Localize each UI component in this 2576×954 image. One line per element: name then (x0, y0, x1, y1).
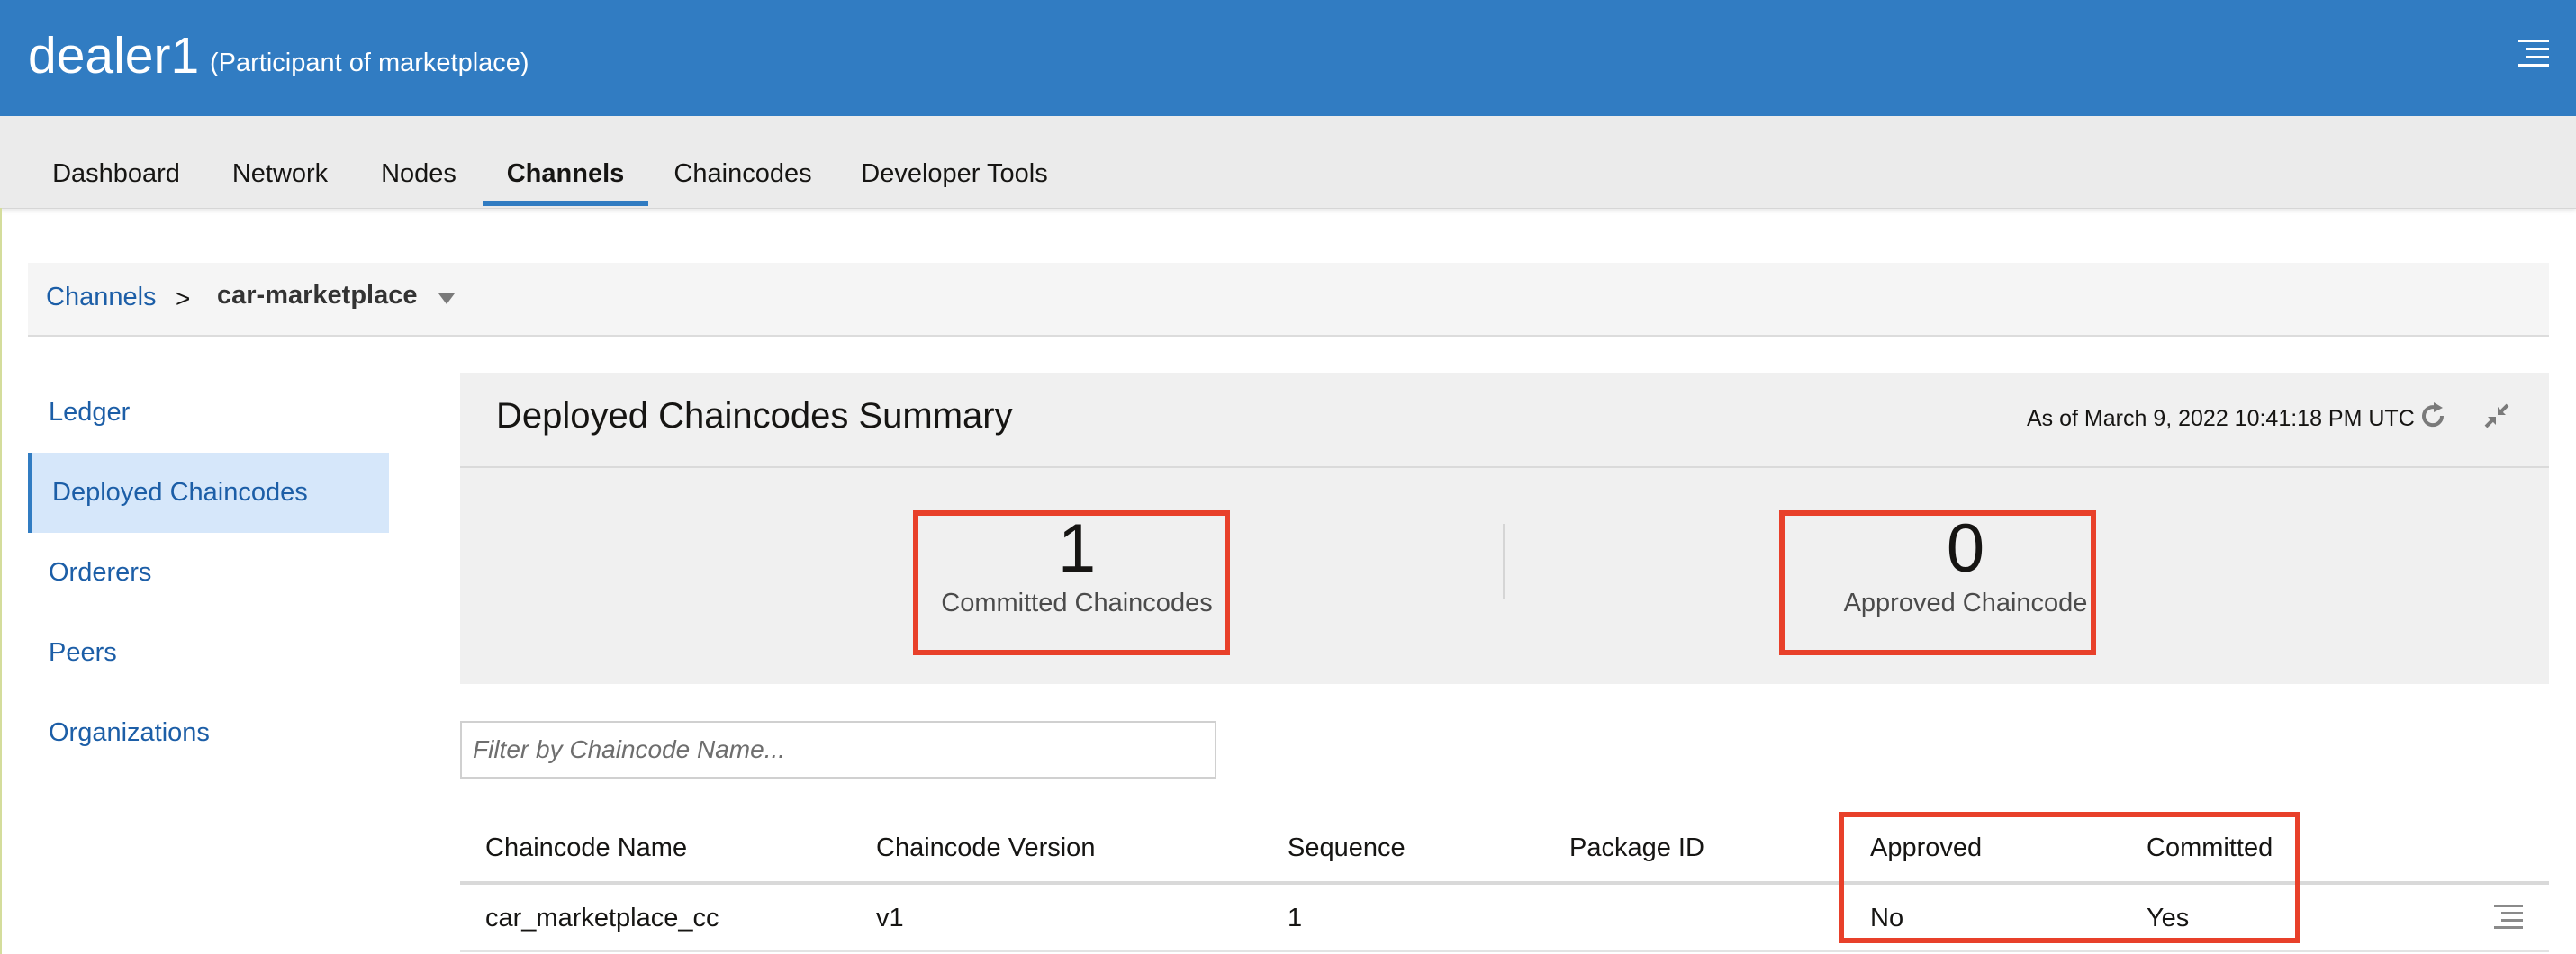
chevron-down-icon[interactable] (438, 293, 455, 304)
tab-nodes[interactable]: Nodes (362, 116, 475, 208)
approved-highlight-box (1779, 510, 2096, 655)
sidebar-item-orderers[interactable]: Orderers (28, 533, 389, 613)
table-row-divider (460, 950, 2549, 952)
cell-chaincode-name: car_marketplace_cc (485, 904, 719, 932)
stat-divider (1503, 524, 1505, 599)
tab-developer-tools[interactable]: Developer Tools (850, 116, 1059, 208)
page-edge (0, 208, 2, 954)
chaincode-filter-input[interactable] (460, 721, 1216, 778)
hamburger-menu-icon[interactable] (2518, 40, 2549, 67)
app-header: dealer1 (Participant of marketplace) (0, 0, 2576, 116)
tab-dashboard[interactable]: Dashboard (32, 116, 200, 208)
column-header-chaincode-version[interactable]: Chaincode Version (876, 833, 1095, 863)
panel-title: Deployed Chaincodes Summary (496, 396, 1013, 436)
summary-panel-header: Deployed Chaincodes Summary As of March … (460, 373, 2549, 468)
cell-sequence: 1 (1288, 904, 1303, 932)
as-of-timestamp: As of March 9, 2022 10:41:18 PM UTC (2027, 406, 2415, 431)
approved-committed-highlight-box (1839, 812, 2300, 943)
breadcrumb-channels-link[interactable]: Channels (46, 283, 157, 312)
app-subtitle: (Participant of marketplace) (210, 49, 529, 77)
tab-channels[interactable]: Channels (483, 116, 648, 208)
column-header-sequence[interactable]: Sequence (1288, 833, 1406, 863)
column-header-package-id[interactable]: Package ID (1569, 833, 1704, 863)
tab-chaincodes[interactable]: Chaincodes (661, 116, 825, 208)
row-actions-icon[interactable] (2494, 904, 2523, 930)
sidebar-item-organizations[interactable]: Organizations (28, 693, 389, 773)
committed-highlight-box (913, 510, 1230, 655)
summary-panel-body: 1 Committed Chaincodes 0 Approved Chainc… (460, 468, 2549, 684)
sidebar-item-peers[interactable]: Peers (28, 613, 389, 693)
main-nav: Dashboard Network Nodes Channels Chainco… (0, 116, 2576, 209)
breadcrumb-separator: > (176, 284, 191, 312)
refresh-icon[interactable] (2417, 400, 2449, 432)
column-header-chaincode-name[interactable]: Chaincode Name (485, 833, 687, 863)
cell-chaincode-version: v1 (876, 904, 904, 932)
sidebar-item-ledger[interactable]: Ledger (28, 373, 389, 453)
channel-selector[interactable]: car-marketplace (217, 281, 417, 310)
collapse-icon[interactable] (2481, 400, 2513, 432)
sidebar-item-deployed-chaincodes[interactable]: Deployed Chaincodes (28, 453, 389, 533)
breadcrumb: Channels > car-marketplace (28, 263, 2549, 337)
app-title: dealer1 (28, 27, 200, 85)
tab-network[interactable]: Network (216, 116, 344, 208)
